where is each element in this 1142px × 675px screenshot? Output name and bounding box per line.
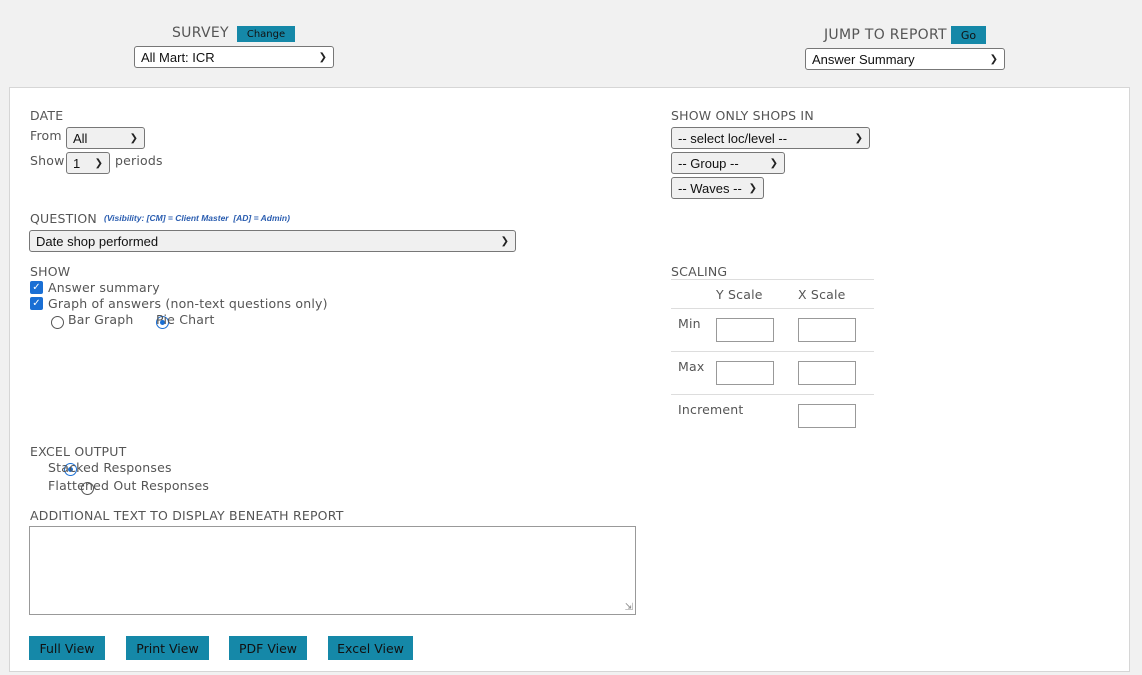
x-max-input[interactable] xyxy=(798,361,856,385)
answer-summary-checkbox[interactable]: ✓ xyxy=(30,281,43,294)
visibility-note: (Visibility: [CM] = Client Master [AD] =… xyxy=(104,213,290,223)
x-increment-input[interactable] xyxy=(798,404,856,428)
flattened-responses-label: Flattened Out Responses xyxy=(48,478,210,493)
chevron-down-icon: ❯ xyxy=(769,157,778,169)
survey-select[interactable]: All Mart: ICR ❯ xyxy=(134,46,334,68)
go-button[interactable]: Go xyxy=(951,26,986,44)
excel-view-button[interactable]: Excel View xyxy=(328,636,413,660)
show-periods-label: Show xyxy=(30,153,65,168)
report-select[interactable]: Answer Summary ❯ xyxy=(805,48,1005,70)
print-view-button[interactable]: Print View xyxy=(126,636,209,660)
jump-to-report-label: JUMP TO REPORT xyxy=(824,27,947,43)
waves-select[interactable]: -- Waves -- ❯ xyxy=(671,177,764,199)
survey-select-value: All Mart: ICR xyxy=(141,49,215,65)
bar-graph-label: Bar Graph xyxy=(68,312,134,327)
additional-text-textarea[interactable]: ⇲ xyxy=(29,526,636,615)
change-survey-button[interactable]: Change xyxy=(237,26,295,42)
question-select-value: Date shop performed xyxy=(36,233,159,249)
periods-select[interactable]: 1 ❯ xyxy=(66,152,110,174)
from-label: From xyxy=(30,128,62,143)
y-min-input[interactable] xyxy=(716,318,774,342)
chevron-down-icon: ❯ xyxy=(129,132,138,144)
stacked-responses-label: Stacked Responses xyxy=(48,460,172,475)
question-heading: QUESTION xyxy=(30,211,97,226)
answer-summary-label: Answer summary xyxy=(48,280,160,295)
periods-label: periods xyxy=(115,153,163,168)
scaling-divider xyxy=(671,308,874,309)
chevron-down-icon: ❯ xyxy=(854,132,863,144)
chevron-down-icon: ❯ xyxy=(94,157,103,169)
chevron-down-icon: ❯ xyxy=(989,53,998,65)
show-heading: SHOW xyxy=(30,264,71,279)
chevron-down-icon: ❯ xyxy=(500,235,509,247)
max-label: Max xyxy=(678,359,705,374)
chevron-down-icon: ❯ xyxy=(748,182,757,194)
resize-handle-icon[interactable]: ⇲ xyxy=(625,603,633,613)
bar-graph-radio[interactable] xyxy=(51,316,64,329)
scaling-heading: SCALING xyxy=(671,264,728,279)
pie-chart-label: Pie Chart xyxy=(156,312,215,327)
graph-answers-label: Graph of answers (non-text questions onl… xyxy=(48,296,328,311)
from-select-value: All xyxy=(73,130,88,146)
group-select-value: -- Group -- xyxy=(678,155,739,171)
scaling-divider xyxy=(671,394,874,395)
chevron-down-icon: ❯ xyxy=(318,51,327,63)
loc-level-select[interactable]: -- select loc/level -- ❯ xyxy=(671,127,870,149)
loc-level-select-value: -- select loc/level -- xyxy=(678,130,788,146)
shops-heading: SHOW ONLY SHOPS IN xyxy=(671,108,814,123)
group-select[interactable]: -- Group -- ❯ xyxy=(671,152,785,174)
scaling-divider xyxy=(671,279,874,280)
from-select[interactable]: All ❯ xyxy=(66,127,145,149)
survey-label: SURVEY xyxy=(172,25,229,41)
additional-text-heading: ADDITIONAL TEXT TO DISPLAY BENEATH REPOR… xyxy=(30,508,344,523)
x-scale-header: X Scale xyxy=(798,287,846,302)
scaling-divider xyxy=(671,351,874,352)
y-scale-header: Y Scale xyxy=(716,287,763,302)
question-select[interactable]: Date shop performed ❯ xyxy=(29,230,516,252)
full-view-button[interactable]: Full View xyxy=(29,636,105,660)
graph-answers-checkbox[interactable]: ✓ xyxy=(30,297,43,310)
date-heading: DATE xyxy=(30,108,64,123)
x-min-input[interactable] xyxy=(798,318,856,342)
periods-select-value: 1 xyxy=(73,155,81,171)
excel-output-heading: EXCEL OUTPUT xyxy=(30,444,127,459)
y-max-input[interactable] xyxy=(716,361,774,385)
waves-select-value: -- Waves -- xyxy=(678,180,742,196)
pdf-view-button[interactable]: PDF View xyxy=(229,636,307,660)
min-label: Min xyxy=(678,316,701,331)
report-select-value: Answer Summary xyxy=(812,51,915,67)
increment-label: Increment xyxy=(678,402,744,417)
